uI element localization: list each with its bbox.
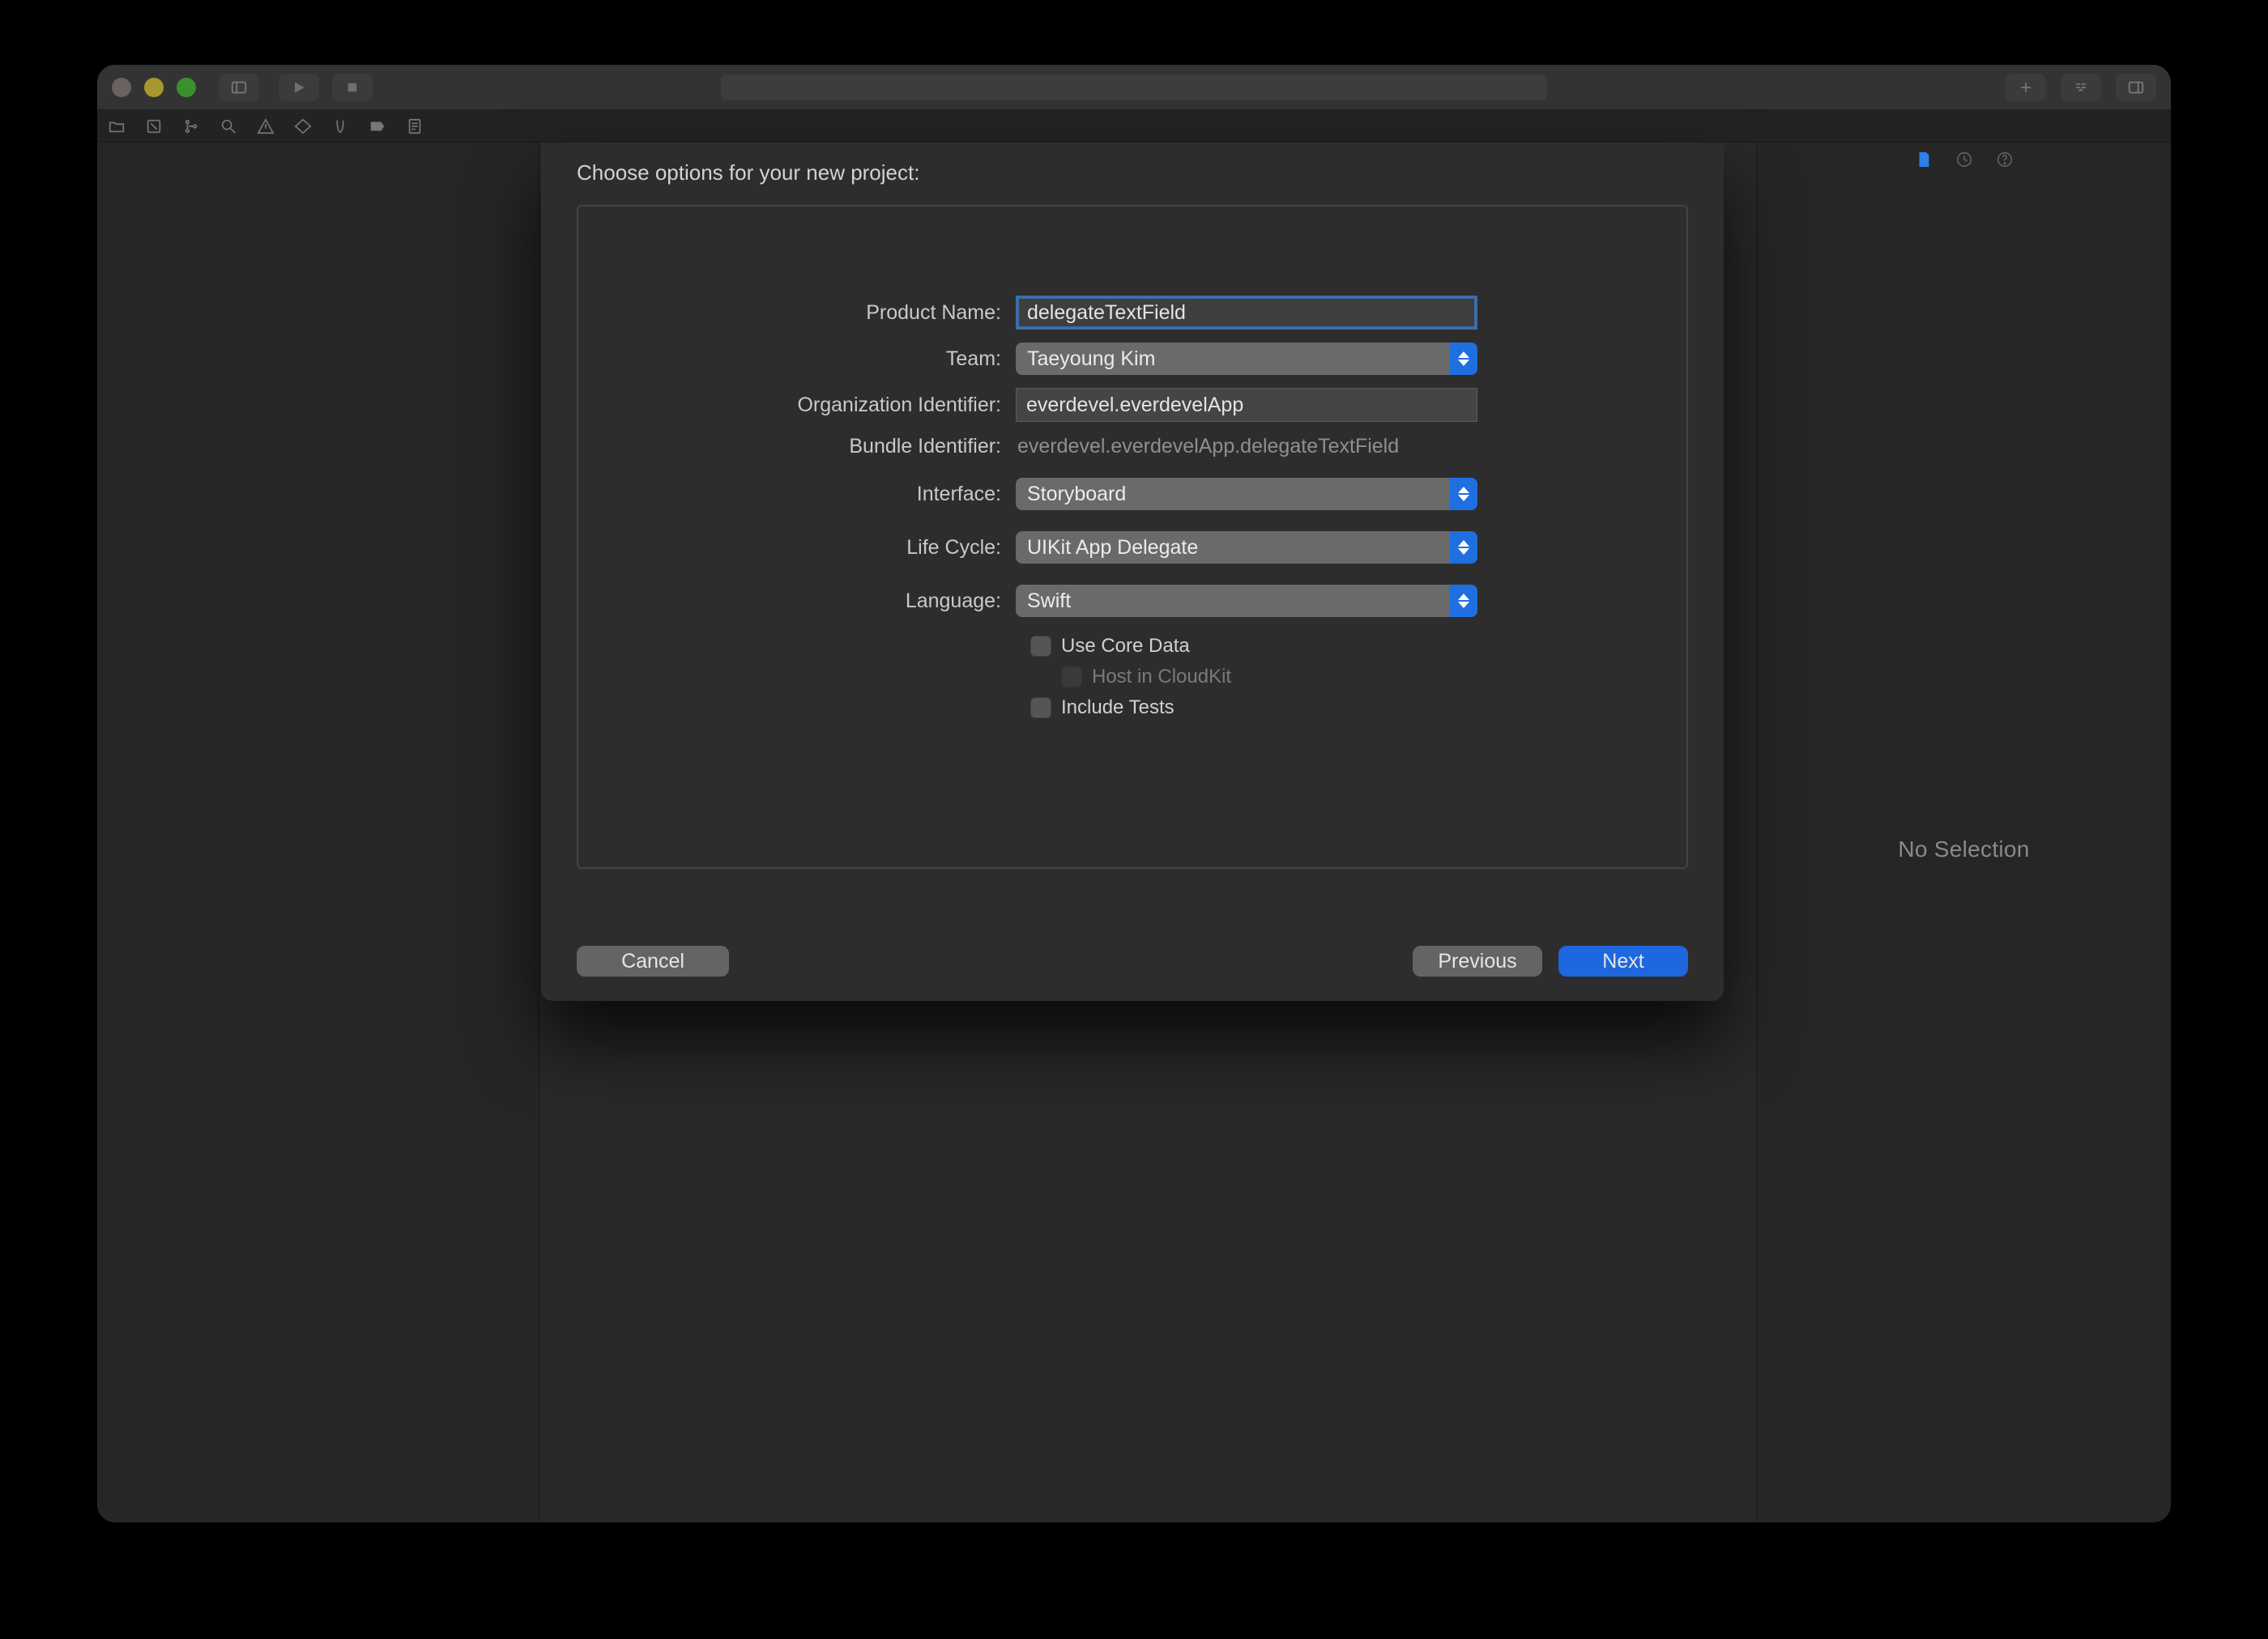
library-button[interactable] <box>2006 74 2046 101</box>
label-language: Language: <box>578 590 1016 613</box>
window-traffic-lights <box>112 78 196 97</box>
toggle-navigator-button[interactable] <box>219 74 259 101</box>
include-tests-label: Include Tests <box>1061 696 1174 719</box>
symbol-navigator-icon[interactable] <box>180 115 202 138</box>
team-select[interactable]: Taeyoung Kim <box>1016 343 1477 375</box>
next-button[interactable]: Next <box>1558 946 1688 977</box>
row-product-name: Product Name: <box>578 296 1686 330</box>
life-cycle-select-value: UIKit App Delegate <box>1027 536 1198 560</box>
close-window-icon[interactable] <box>112 78 131 97</box>
life-cycle-select[interactable]: UIKit App Delegate <box>1016 531 1477 564</box>
sheet-button-bar: Cancel Previous Next <box>577 946 1688 977</box>
file-inspector-icon[interactable] <box>1914 150 1933 169</box>
xcode-window: No Selection Choose options for your new… <box>97 65 2171 1522</box>
issue-navigator-icon[interactable] <box>254 115 277 138</box>
use-core-data-label: Use Core Data <box>1061 635 1190 658</box>
language-select-value: Swift <box>1027 590 1071 613</box>
interface-select[interactable]: Storyboard <box>1016 478 1477 510</box>
debug-navigator-icon[interactable] <box>329 115 352 138</box>
label-bundle-id: Bundle Identifier: <box>578 435 1016 458</box>
titlebar <box>97 65 2171 110</box>
row-use-core-data: Use Core Data <box>578 635 1686 658</box>
bundle-id-value: everdevel.everdevelApp.delegateTextField <box>1016 435 1477 458</box>
include-tests-checkbox[interactable] <box>1030 697 1051 718</box>
inspector-panel: No Selection <box>1756 143 2171 1522</box>
cancel-button[interactable]: Cancel <box>577 946 729 977</box>
activity-status-bar <box>721 74 1547 100</box>
host-cloudkit-label: Host in CloudKit <box>1092 666 1231 688</box>
chevron-updown-icon <box>1450 478 1477 510</box>
inspector-tabs <box>1757 143 2171 177</box>
label-org-id: Organization Identifier: <box>578 394 1016 417</box>
row-host-cloudkit: Host in CloudKit <box>578 666 1686 688</box>
toggle-inspectors-button[interactable] <box>2116 74 2156 101</box>
sheet-title: Choose options for your new project: <box>541 143 1724 194</box>
row-team: Team: Taeyoung Kim <box>578 343 1686 375</box>
host-cloudkit-checkbox <box>1061 666 1082 688</box>
previous-button[interactable]: Previous <box>1413 946 1542 977</box>
zoom-window-icon[interactable] <box>177 78 196 97</box>
help-inspector-icon[interactable] <box>1995 150 2014 169</box>
breakpoint-navigator-icon[interactable] <box>366 115 389 138</box>
navigator-panel <box>97 143 539 1522</box>
test-navigator-icon[interactable] <box>292 115 314 138</box>
run-button[interactable] <box>279 74 319 101</box>
product-name-input[interactable] <box>1016 296 1477 330</box>
label-team: Team: <box>578 347 1016 371</box>
team-select-value: Taeyoung Kim <box>1027 347 1155 371</box>
report-navigator-icon[interactable] <box>403 115 426 138</box>
new-project-options-sheet: Choose options for your new project: Pro… <box>541 143 1724 1001</box>
minimize-window-icon[interactable] <box>144 78 164 97</box>
chevron-updown-icon <box>1450 531 1477 564</box>
folder-icon[interactable] <box>105 115 128 138</box>
row-org-id: Organization Identifier: <box>578 388 1686 422</box>
row-interface: Interface: Storyboard <box>578 478 1686 510</box>
row-include-tests: Include Tests <box>578 696 1686 719</box>
inspector-empty-text: No Selection <box>1757 177 2171 1522</box>
language-select[interactable]: Swift <box>1016 585 1477 617</box>
row-life-cycle: Life Cycle: UIKit App Delegate <box>578 531 1686 564</box>
code-review-button[interactable] <box>2061 74 2101 101</box>
label-interface: Interface: <box>578 483 1016 506</box>
sheet-content-frame: Product Name: Team: Taeyoung Kim O <box>577 205 1688 869</box>
chevron-updown-icon <box>1450 343 1477 375</box>
interface-select-value: Storyboard <box>1027 483 1126 506</box>
row-bundle-id: Bundle Identifier: everdevel.everdevelAp… <box>578 435 1686 458</box>
navigator-selector-bar <box>97 110 2171 143</box>
label-life-cycle: Life Cycle: <box>578 536 1016 560</box>
label-product-name: Product Name: <box>578 301 1016 325</box>
row-language: Language: Swift <box>578 585 1686 617</box>
history-inspector-icon[interactable] <box>1955 150 1974 169</box>
source-control-icon[interactable] <box>143 115 165 138</box>
stop-button[interactable] <box>332 74 373 101</box>
find-navigator-icon[interactable] <box>217 115 240 138</box>
chevron-updown-icon <box>1450 585 1477 617</box>
org-id-input[interactable] <box>1016 388 1477 422</box>
use-core-data-checkbox[interactable] <box>1030 636 1051 657</box>
